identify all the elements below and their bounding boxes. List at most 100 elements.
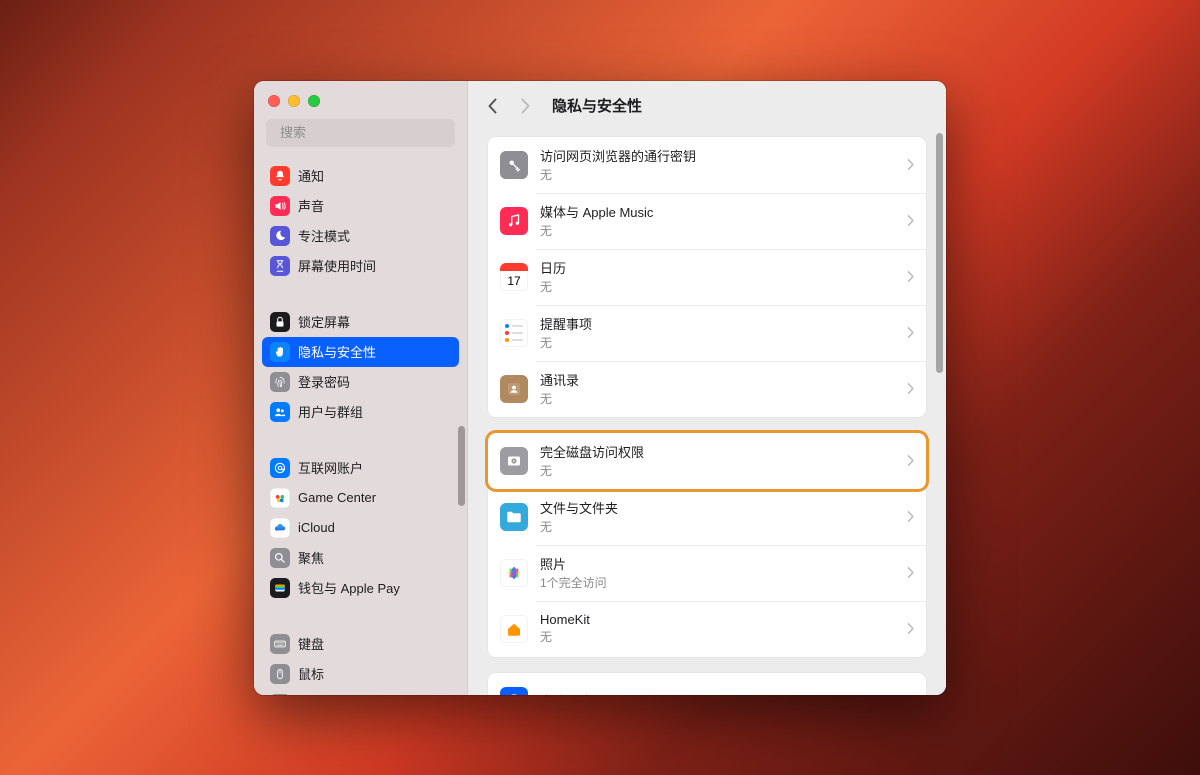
sidebar-item-label: 登录密码 — [298, 372, 350, 391]
row-subtitle: 无 — [540, 222, 895, 239]
settings-card: 完全磁盘访问权限无文件与文件夹无照片1个完全访问HomeKit无 — [488, 433, 926, 657]
sidebar-item[interactable]: 通知 — [262, 161, 459, 191]
content-pane: 隐私与安全性 访问网页浏览器的通行密钥无媒体与 Apple Music无17日历… — [468, 81, 946, 695]
row-title: 媒体与 Apple Music — [540, 202, 895, 221]
sidebar-item[interactable]: 互联网账户 — [262, 453, 459, 483]
sidebar-item-label: 隐私与安全性 — [298, 342, 376, 361]
sidebar-item[interactable]: 屏幕使用时间 — [262, 251, 459, 281]
contacts-icon — [500, 375, 528, 403]
sidebar-item[interactable]: 用户与群组 — [262, 397, 459, 427]
row-title: 访问网页浏览器的通行密钥 — [540, 146, 895, 165]
sidebar-item-label: 屏幕使用时间 — [298, 256, 376, 275]
row-subtitle: 无 — [540, 390, 895, 407]
sidebar-item-label: iCloud — [298, 520, 335, 535]
sidebar-item[interactable]: 聚焦 — [262, 543, 459, 573]
back-button[interactable] — [482, 91, 504, 121]
settings-card: 本地网络0辅助功能0 — [488, 673, 926, 695]
sidebar-item[interactable]: Game Center — [262, 483, 459, 513]
row-title: 完全磁盘访问权限 — [540, 442, 895, 461]
network-icon — [500, 687, 528, 695]
settings-row[interactable]: 照片1个完全访问 — [488, 545, 926, 601]
sidebar-item-label: 聚焦 — [298, 548, 324, 567]
row-title: 照片 — [540, 554, 895, 573]
row-title: 文件与文件夹 — [540, 498, 895, 517]
row-subtitle: 无 — [540, 518, 895, 535]
search-field[interactable] — [266, 119, 455, 147]
chevron-right-icon — [907, 623, 914, 634]
row-title: 日历 — [540, 258, 895, 277]
music-icon — [500, 207, 528, 235]
sidebar-scrollbar[interactable] — [458, 426, 465, 506]
chevron-right-icon — [907, 327, 914, 338]
settings-row[interactable]: 本地网络 0 — [488, 673, 926, 695]
settings-card: 访问网页浏览器的通行密钥无媒体与 Apple Music无17日历无提醒事项无通… — [488, 137, 926, 417]
chevron-right-icon — [907, 511, 914, 522]
page-title: 隐私与安全性 — [552, 95, 642, 116]
row-title: 本地网络 — [540, 691, 880, 695]
search-input[interactable] — [280, 125, 456, 140]
row-title: 通讯录 — [540, 370, 895, 389]
sidebar-item-label: 键盘 — [298, 634, 324, 653]
minimize-window-button[interactable] — [288, 95, 300, 107]
row-subtitle: 无 — [540, 462, 895, 479]
sidebar-list: 通知声音专注模式屏幕使用时间锁定屏幕隐私与安全性登录密码用户与群组互联网账户 Ga… — [254, 157, 467, 695]
row-subtitle: 无 — [540, 166, 895, 183]
sidebar-item-label: 用户与群组 — [298, 402, 363, 421]
chevron-right-icon — [907, 455, 914, 466]
sidebar-item[interactable]: iCloud — [262, 513, 459, 543]
content-header: 隐私与安全性 — [468, 81, 946, 131]
settings-row[interactable]: 文件与文件夹无 — [488, 489, 926, 545]
settings-row[interactable]: 访问网页浏览器的通行密钥无 — [488, 137, 926, 193]
row-title: HomeKit — [540, 612, 895, 627]
disk-icon — [500, 447, 528, 475]
settings-row[interactable]: 17日历无 — [488, 249, 926, 305]
sidebar-item[interactable]: 登录密码 — [262, 367, 459, 397]
sidebar-item-label: 锁定屏幕 — [298, 312, 350, 331]
wallet-icon — [270, 578, 290, 598]
sidebar: 通知声音专注模式屏幕使用时间锁定屏幕隐私与安全性登录密码用户与群组互联网账户 Ga… — [254, 81, 468, 695]
sidebar-item[interactable]: 鼠标 — [262, 659, 459, 689]
window-controls — [254, 81, 467, 115]
settings-row[interactable]: 完全磁盘访问权限无 — [488, 433, 926, 489]
row-title: 提醒事项 — [540, 314, 895, 333]
hourglass-icon — [270, 256, 290, 276]
reminders-icon — [500, 319, 528, 347]
sidebar-item[interactable]: 声音 — [262, 191, 459, 221]
printer-icon — [270, 694, 290, 695]
settings-row[interactable]: HomeKit无 — [488, 601, 926, 657]
zoom-window-button[interactable] — [308, 95, 320, 107]
sidebar-item-label: 声音 — [298, 196, 324, 215]
row-subtitle: 无 — [540, 628, 895, 645]
settings-list: 访问网页浏览器的通行密钥无媒体与 Apple Music无17日历无提醒事项无通… — [468, 131, 946, 695]
chevron-right-icon — [907, 159, 914, 170]
sidebar-item[interactable]: 锁定屏幕 — [262, 307, 459, 337]
sidebar-item[interactable]: 打印机与扫描仪 — [262, 689, 459, 695]
mouse-icon — [270, 664, 290, 684]
at-icon — [270, 458, 290, 478]
sidebar-item-label: 通知 — [298, 166, 324, 185]
sidebar-item-label: 钱包与 Apple Pay — [298, 578, 400, 597]
forward-button[interactable] — [514, 91, 536, 121]
chevron-right-icon — [907, 271, 914, 282]
settings-row[interactable]: 提醒事项无 — [488, 305, 926, 361]
search-icon — [270, 548, 290, 568]
content-scrollbar[interactable] — [936, 133, 943, 373]
sidebar-item[interactable]: 钱包与 Apple Pay — [262, 573, 459, 603]
sidebar-item-label: Game Center — [298, 490, 376, 505]
sidebar-item[interactable]: 专注模式 — [262, 221, 459, 251]
sidebar-item-label: 打印机与扫描仪 — [298, 694, 389, 695]
finger-icon — [270, 372, 290, 392]
row-trailing-count: 0 — [892, 693, 899, 695]
sidebar-item-label: 鼠标 — [298, 664, 324, 683]
settings-row[interactable]: 通讯录无 — [488, 361, 926, 417]
speaker-icon — [270, 196, 290, 216]
folder-icon — [500, 503, 528, 531]
sidebar-item[interactable]: 隐私与安全性 — [262, 337, 459, 367]
row-subtitle: 无 — [540, 278, 895, 295]
chevron-right-icon — [907, 567, 914, 578]
users-icon — [270, 402, 290, 422]
bell-icon — [270, 166, 290, 186]
settings-row[interactable]: 媒体与 Apple Music无 — [488, 193, 926, 249]
close-window-button[interactable] — [268, 95, 280, 107]
sidebar-item[interactable]: 键盘 — [262, 629, 459, 659]
